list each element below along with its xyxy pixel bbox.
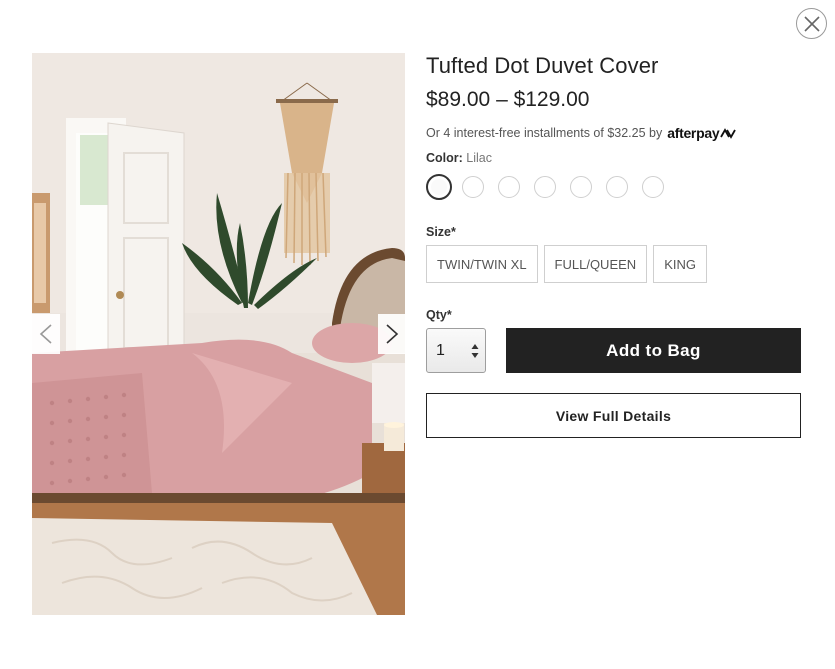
quantity-select[interactable]: 1: [426, 328, 486, 373]
color-swatch[interactable]: [426, 174, 452, 200]
product-details: Tufted Dot Duvet Cover $89.00 – $129.00 …: [426, 52, 802, 438]
size-label: Size*: [426, 225, 456, 239]
chevron-right-icon: [386, 324, 399, 344]
view-full-details-button[interactable]: View Full Details: [426, 393, 801, 438]
gallery-next-button[interactable]: [378, 314, 405, 354]
color-swatches: [426, 174, 802, 200]
size-option-twin[interactable]: TWIN/TWIN XL: [426, 245, 538, 283]
afterpay-logo[interactable]: afterpay: [667, 125, 737, 141]
close-icon: [803, 15, 820, 32]
color-swatch[interactable]: [498, 176, 520, 198]
product-image-gallery: [32, 53, 405, 615]
chevron-left-icon: [39, 324, 52, 344]
color-swatch[interactable]: [570, 176, 592, 198]
afterpay-arrows-icon: [720, 127, 737, 139]
size-options: TWIN/TWIN XL FULL/QUEEN KING: [426, 245, 802, 283]
product-photo: [32, 53, 405, 615]
color-swatch[interactable]: [606, 176, 628, 198]
product-price: $89.00 – $129.00: [426, 88, 590, 111]
gallery-prev-button[interactable]: [32, 314, 60, 354]
close-button[interactable]: [796, 8, 827, 39]
purchase-row: 1 Add to Bag: [426, 328, 802, 373]
afterpay-brand: afterpay: [667, 125, 720, 141]
select-arrows-icon: [471, 344, 479, 358]
quantity-value: 1: [436, 341, 445, 359]
size-option-full-queen[interactable]: FULL/QUEEN: [543, 245, 648, 283]
product-title: Tufted Dot Duvet Cover: [426, 53, 659, 78]
qty-label: Qty*: [426, 308, 452, 322]
color-selector-label: Color: Lilac: [426, 150, 802, 166]
add-to-bag-button[interactable]: Add to Bag: [506, 328, 801, 373]
afterpay-message: Or 4 interest-free installments of $32.2…: [426, 124, 802, 142]
color-value: Lilac: [466, 151, 493, 165]
color-label: Color:: [426, 151, 463, 165]
color-swatch[interactable]: [534, 176, 556, 198]
color-swatch[interactable]: [462, 176, 484, 198]
size-option-king[interactable]: KING: [653, 245, 707, 283]
color-swatch[interactable]: [642, 176, 664, 198]
afterpay-text: Or 4 interest-free installments of $32.2…: [426, 126, 663, 140]
